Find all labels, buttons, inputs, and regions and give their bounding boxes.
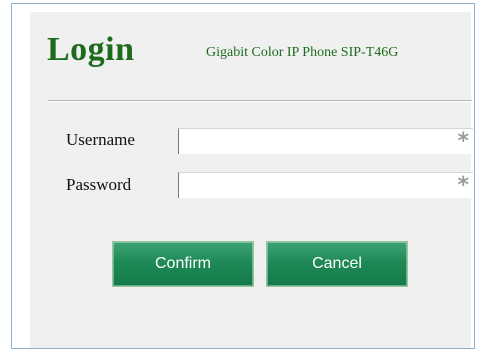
divider	[48, 100, 472, 102]
device-model-label: Gigabit Color IP Phone SIP-T46G	[206, 45, 399, 60]
required-asterisk-icon: *	[457, 129, 469, 154]
required-asterisk-icon: *	[457, 173, 469, 198]
password-label: Password	[66, 175, 132, 194]
username-field-box: *	[178, 128, 473, 154]
username-label: Username	[66, 130, 135, 149]
confirm-button[interactable]: Confirm	[112, 241, 254, 287]
login-frame: Login Gigabit Color IP Phone SIP-T46G Us…	[11, 3, 475, 349]
page-title: Login	[47, 31, 135, 68]
login-panel: Login Gigabit Color IP Phone SIP-T46G Us…	[30, 12, 473, 348]
password-field-box: *	[178, 172, 473, 198]
password-input[interactable]	[181, 175, 443, 195]
cancel-button[interactable]: Cancel	[266, 241, 408, 287]
username-input[interactable]	[181, 131, 443, 151]
